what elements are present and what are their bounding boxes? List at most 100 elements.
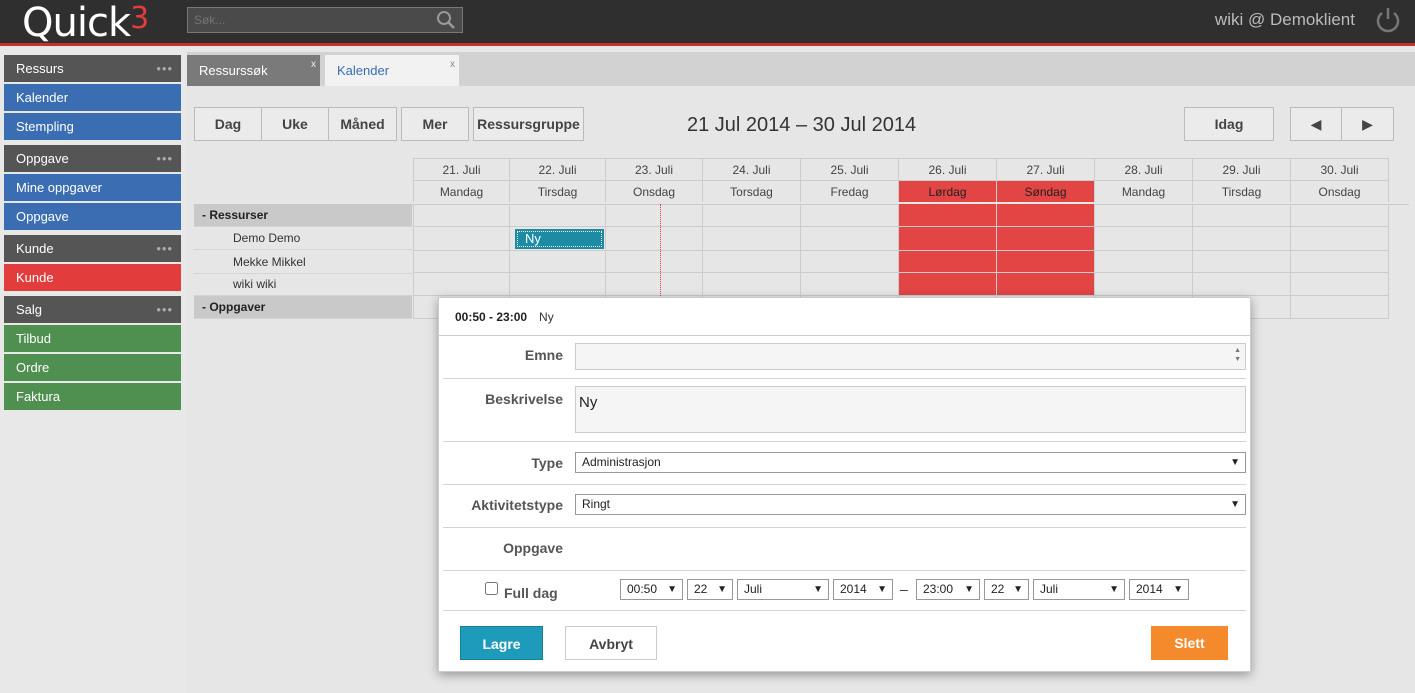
- calendar-cell[interactable]: [1291, 227, 1389, 251]
- calendar-cell[interactable]: [510, 273, 606, 296]
- calendar-cell[interactable]: [1193, 273, 1291, 296]
- day-view-button[interactable]: Dag: [194, 107, 262, 141]
- sidebar-item-faktura[interactable]: Faktura: [4, 383, 181, 410]
- calendar-cell[interactable]: [899, 251, 997, 273]
- calendar-cell[interactable]: [899, 227, 997, 251]
- more-icon[interactable]: •••: [156, 235, 173, 262]
- calendar-cell[interactable]: [801, 273, 899, 296]
- calendar-cell[interactable]: [510, 204, 606, 227]
- group-tasks[interactable]: - Oppgaver: [194, 296, 412, 319]
- power-icon[interactable]: [1373, 5, 1403, 35]
- search-input[interactable]: [188, 8, 418, 32]
- sidebar-item-kunde[interactable]: Kunde: [4, 264, 181, 291]
- activity-type-select[interactable]: Ringt ▼: [575, 494, 1246, 515]
- week-view-button[interactable]: Uke: [261, 107, 329, 141]
- calendar-cell[interactable]: [703, 251, 801, 273]
- save-button[interactable]: Lagre: [460, 626, 543, 660]
- calendar-cell[interactable]: [1193, 251, 1291, 273]
- close-icon[interactable]: x: [311, 49, 316, 80]
- more-icon[interactable]: •••: [156, 55, 173, 82]
- calendar-cell[interactable]: [703, 204, 801, 227]
- calendar-cell[interactable]: [997, 251, 1095, 273]
- calendar-cell[interactable]: [1095, 251, 1193, 273]
- start-time-select[interactable]: 00:50 ▼: [620, 579, 683, 600]
- tab-ressurssok[interactable]: Ressurssøk x: [187, 55, 320, 86]
- more-icon[interactable]: •••: [156, 296, 173, 323]
- sidebar-item-kalender[interactable]: Kalender: [4, 84, 181, 111]
- month-view-button[interactable]: Måned: [328, 107, 397, 141]
- calendar-cell[interactable]: [413, 204, 510, 227]
- sidebar-item-stempling[interactable]: Stempling: [4, 113, 181, 140]
- sidebar-item-mine-oppgaver[interactable]: Mine oppgaver: [4, 174, 181, 201]
- calendar-cell[interactable]: [1291, 273, 1389, 296]
- calendar-cell[interactable]: [899, 273, 997, 296]
- calendar-cell[interactable]: [1291, 204, 1389, 227]
- end-time-select[interactable]: 23:00 ▼: [916, 579, 980, 600]
- start-month-select[interactable]: Juli ▼: [737, 579, 829, 600]
- sidebar-item-tilbud[interactable]: Tilbud: [4, 325, 181, 352]
- calendar-cell[interactable]: [899, 204, 997, 227]
- calendar-cell[interactable]: [997, 273, 1095, 296]
- sidebar-group-ressurs[interactable]: Ressurs •••: [4, 55, 181, 82]
- sidebar-group-kunde[interactable]: Kunde •••: [4, 235, 181, 262]
- tab-kalender[interactable]: Kalender x: [325, 55, 459, 86]
- type-label: Type: [531, 455, 563, 471]
- calendar-cell[interactable]: [413, 273, 510, 296]
- group-resources[interactable]: - Ressurser: [194, 204, 412, 227]
- sidebar-item-oppgave[interactable]: Oppgave: [4, 203, 181, 230]
- subject-input[interactable]: ▲ ▼: [575, 343, 1246, 370]
- calendar-cell[interactable]: [606, 273, 703, 296]
- activity-type-label: Aktivitetstype: [471, 497, 563, 513]
- search-box[interactable]: [187, 7, 463, 33]
- date-header: 23. Juli: [606, 158, 703, 180]
- type-row: Type Administrasjon ▼: [443, 442, 1246, 485]
- more-icon[interactable]: •••: [156, 145, 173, 172]
- calendar-cell[interactable]: [703, 227, 801, 251]
- description-row: Beskrivelse Ny: [443, 379, 1246, 442]
- calendar-cell[interactable]: [1095, 273, 1193, 296]
- calendar-cell[interactable]: [413, 227, 510, 251]
- delete-button[interactable]: Slett: [1151, 626, 1228, 660]
- calendar-cell[interactable]: [510, 251, 606, 273]
- start-year-select[interactable]: 2014 ▼: [833, 579, 893, 600]
- calendar-cell[interactable]: [1291, 251, 1389, 273]
- calendar-cell[interactable]: [1193, 204, 1291, 227]
- description-textarea[interactable]: Ny: [575, 386, 1246, 433]
- end-year-select[interactable]: 2014 ▼: [1129, 579, 1189, 600]
- top-bar: Quick3 wiki @ Demoklient: [0, 0, 1415, 46]
- end-month-select[interactable]: Juli ▼: [1033, 579, 1125, 600]
- calendar-cell[interactable]: [1095, 204, 1193, 227]
- next-button[interactable]: ▶: [1341, 107, 1394, 141]
- calendar-cell[interactable]: [801, 204, 899, 227]
- sidebar-item-ordre[interactable]: Ordre: [4, 354, 181, 381]
- type-select[interactable]: Administrasjon ▼: [575, 452, 1246, 473]
- full-day-checkbox[interactable]: [485, 582, 498, 595]
- calendar-cell[interactable]: [1095, 227, 1193, 251]
- calendar-cell[interactable]: [606, 204, 703, 227]
- end-day-select[interactable]: 22 ▼: [984, 579, 1029, 600]
- calendar-cell[interactable]: [801, 251, 899, 273]
- sidebar-group-oppgave[interactable]: Oppgave •••: [4, 145, 181, 172]
- calendar-cell[interactable]: [997, 227, 1095, 251]
- cancel-button[interactable]: Avbryt: [565, 626, 657, 660]
- spinner-icon[interactable]: ▲ ▼: [1234, 346, 1241, 364]
- calendar-cell[interactable]: [606, 251, 703, 273]
- resource-group-button[interactable]: Ressursgruppe: [473, 107, 584, 141]
- calendar-event[interactable]: Ny: [515, 229, 604, 249]
- app-logo[interactable]: Quick3: [22, 0, 149, 46]
- close-icon[interactable]: x: [450, 49, 455, 80]
- calendar-cell[interactable]: [413, 251, 510, 273]
- more-button[interactable]: Mer: [401, 107, 469, 141]
- today-button[interactable]: Idag: [1184, 107, 1274, 141]
- sidebar-group-salg[interactable]: Salg •••: [4, 296, 181, 323]
- prev-button[interactable]: ◀: [1290, 107, 1342, 141]
- day-header: Lørdag: [899, 180, 997, 202]
- calendar-cell[interactable]: [1193, 227, 1291, 251]
- start-day-select[interactable]: 22 ▼: [687, 579, 733, 600]
- calendar-cell[interactable]: [997, 204, 1095, 227]
- calendar-cell[interactable]: [801, 227, 899, 251]
- calendar-cell[interactable]: [1291, 296, 1389, 319]
- calendar-cell[interactable]: [703, 273, 801, 296]
- calendar-cell[interactable]: [606, 227, 703, 251]
- search-icon[interactable]: [436, 10, 456, 30]
